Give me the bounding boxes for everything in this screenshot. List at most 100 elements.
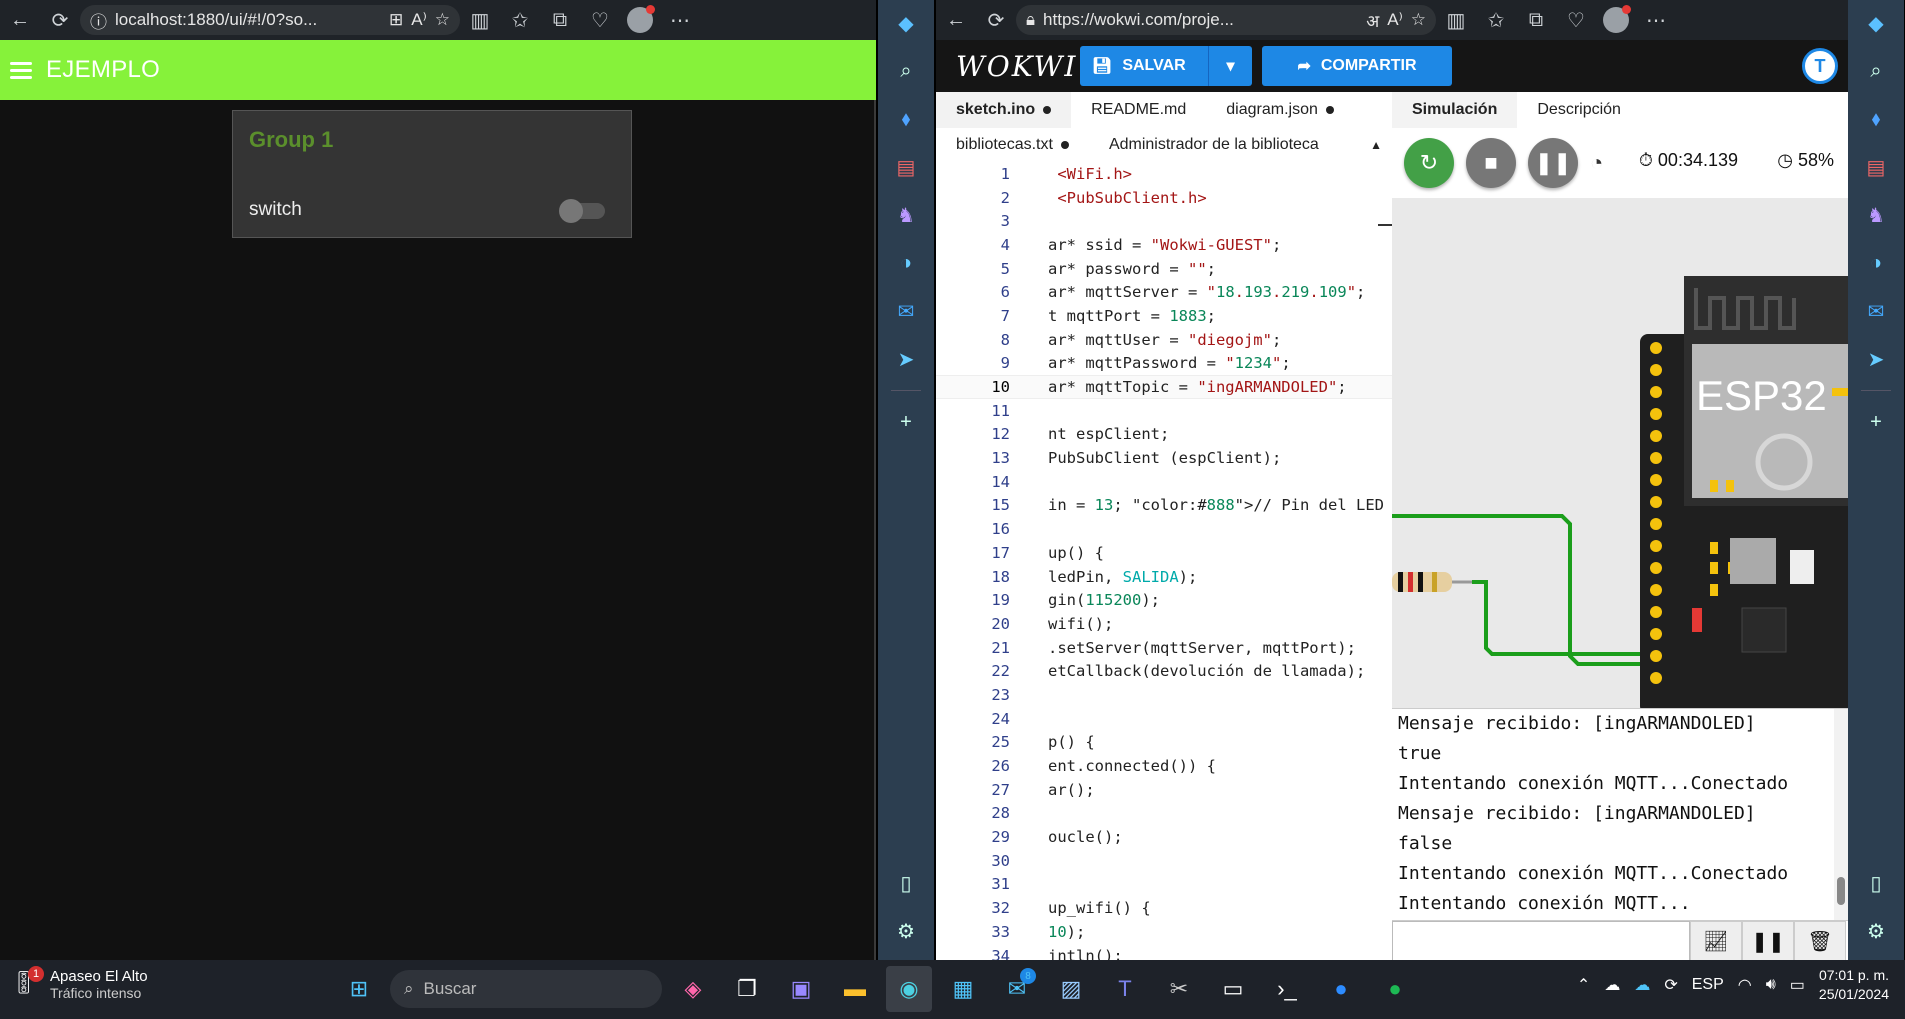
add-icon[interactable]: + <box>889 405 923 439</box>
games-icon[interactable]: ♞ <box>1859 198 1893 232</box>
more-menu-icon[interactable]: ⋯ <box>1636 0 1676 40</box>
read-aloud-icon[interactable]: A⁾ <box>411 10 427 30</box>
copilot-icon[interactable]: ◆ <box>889 6 923 40</box>
address-bar[interactable]: 🔒︎ https://wokwi.com/proje... अ A⁾ ☆ <box>1016 5 1436 35</box>
weather-widget[interactable]: 🚦︎ 1 Apaseo El Alto Tráfico intenso <box>10 965 148 1001</box>
chat-icon[interactable]: ▣ <box>778 966 824 1012</box>
cloud-error-icon[interactable]: ☁ <box>1604 975 1620 995</box>
simulation-canvas[interactable]: ESP32 <box>1392 198 1848 708</box>
sidebar-toggle-icon[interactable]: ▯ <box>889 866 923 900</box>
profile-avatar[interactable] <box>1596 0 1636 40</box>
save-button[interactable]: 💾︎ SALVAR ▾ <box>1080 46 1252 86</box>
settings-icon[interactable]: ⚙ <box>889 914 923 948</box>
clear-serial-icon[interactable]: 🗑︎ <box>1794 921 1846 961</box>
serial-input[interactable] <box>1392 921 1690 961</box>
outlook-icon[interactable]: ✉ <box>1859 294 1893 328</box>
tabs-overflow-icon[interactable]: ▲ <box>1370 138 1382 152</box>
edge-icon[interactable]: ◉ <box>886 966 932 1012</box>
pause-serial-icon[interactable]: ❚❚ <box>1742 921 1794 961</box>
taskbar-search[interactable]: ⌕ Buscar <box>390 970 662 1008</box>
address-bar[interactable]: ⓘ localhost:1880/ui/#!/0?so... ⊞ A⁾ ☆ <box>80 5 460 35</box>
tools-icon[interactable]: ▤ <box>889 150 923 184</box>
terminal-icon[interactable]: ▭ <box>1210 966 1256 1012</box>
translate-icon[interactable]: अ <box>1366 9 1379 32</box>
info-icon[interactable]: ⓘ <box>90 8 107 33</box>
share-button[interactable]: ➦ COMPARTIR <box>1262 46 1452 86</box>
file-explorer-icon[interactable]: ▬ <box>832 966 878 1012</box>
zoom-icon[interactable]: ● <box>1318 966 1364 1012</box>
refresh-icon[interactable]: ⟳ <box>976 0 1016 40</box>
split-screen-icon[interactable]: ▥ <box>460 0 500 40</box>
tab-readme-md[interactable]: README.md <box>1071 92 1206 128</box>
weather-badge: 1 <box>28 965 44 982</box>
sidebar-toggle-icon[interactable]: ▯ <box>1859 866 1893 900</box>
add-icon[interactable]: + <box>1859 405 1893 439</box>
spotify-icon[interactable]: ● <box>1372 966 1418 1012</box>
back-icon[interactable]: ← <box>936 0 976 40</box>
pause-icon[interactable]: ❚❚ <box>1528 138 1578 188</box>
store-icon[interactable]: ▦ <box>940 966 986 1012</box>
plotter-icon[interactable]: 📈︎ <box>1690 921 1742 961</box>
profile-avatar[interactable] <box>620 0 660 40</box>
tab-bibliotecas-txt[interactable]: bibliotecas.txt <box>936 127 1089 163</box>
health-icon[interactable]: ♡ <box>580 0 620 40</box>
send-icon[interactable]: ➤ <box>889 342 923 376</box>
copilot-icon[interactable]: ◆ <box>1859 6 1893 40</box>
read-aloud-icon[interactable]: A⁾ <box>1387 10 1403 30</box>
restart-icon[interactable]: ↻ <box>1404 138 1454 188</box>
console-icon[interactable]: ›_ <box>1264 966 1310 1012</box>
games-icon[interactable]: ♞ <box>889 198 923 232</box>
tray-overflow-icon[interactable]: ⌃ <box>1577 975 1590 995</box>
volume-icon[interactable]: 🔊︎ <box>1766 976 1776 994</box>
windows-start-icon[interactable]: ⊞ <box>336 966 382 1012</box>
favorite-star-icon[interactable]: ☆ <box>435 10 450 30</box>
shopping-tag-icon[interactable]: ⬧ <box>1859 102 1893 136</box>
task-view-icon[interactable]: ❐ <box>724 966 770 1012</box>
battery-icon[interactable]: ▭ <box>1790 975 1805 995</box>
collections-icon[interactable]: ⧉ <box>540 0 580 40</box>
settings-icon[interactable]: ⚙ <box>1859 914 1893 948</box>
teams-icon[interactable]: T <box>1102 966 1148 1012</box>
tab-sketch-ino[interactable]: sketch.ino <box>936 92 1072 128</box>
tab-description[interactable]: Descripción <box>1517 92 1641 128</box>
send-icon[interactable]: ➤ <box>1859 342 1893 376</box>
search-icon[interactable]: ⌕ <box>889 54 923 88</box>
stop-icon[interactable]: ■ <box>1466 138 1516 188</box>
favorites-icon[interactable]: ✩ <box>1476 0 1516 40</box>
user-avatar[interactable]: T <box>1802 48 1838 84</box>
code-line: 14 <box>936 470 1392 494</box>
switch-toggle[interactable] <box>559 199 605 223</box>
favorite-star-icon[interactable]: ☆ <box>1411 10 1426 30</box>
wokwi-logo[interactable]: WOKWI <box>956 50 1078 83</box>
split-screen-icon[interactable]: ▥ <box>1436 0 1476 40</box>
snipping-icon[interactable]: ✂ <box>1156 966 1202 1012</box>
outlook-icon[interactable]: ✉ <box>889 294 923 328</box>
serial-scrollbar[interactable] <box>1834 709 1848 920</box>
photos-icon[interactable]: ▨ <box>1048 966 1094 1012</box>
save-dropdown-icon[interactable]: ▾ <box>1208 46 1252 86</box>
tab-diagram-json[interactable]: diagram.json <box>1206 92 1354 128</box>
menu-icon[interactable] <box>10 61 32 79</box>
code-editor[interactable]: 1 <WiFi.h> 2 <PubSubClient.h> 3 4 ar* ssid =… <box>936 162 1392 960</box>
office-icon[interactable]: ◑ <box>1859 246 1893 280</box>
collections-icon[interactable]: ⧉ <box>1516 0 1556 40</box>
health-icon[interactable]: ♡ <box>1556 0 1596 40</box>
more-menu-icon[interactable]: ⋯ <box>660 0 700 40</box>
favorites-icon[interactable]: ✩ <box>500 0 540 40</box>
copilot-icon[interactable]: ◈ <box>670 966 716 1012</box>
language-indicator[interactable]: ESP <box>1692 976 1724 994</box>
office-icon[interactable]: ◑ <box>889 246 923 280</box>
back-icon[interactable]: ← <box>0 0 40 40</box>
tools-icon[interactable]: ▤ <box>1859 150 1893 184</box>
search-icon[interactable]: ⌕ <box>1859 54 1893 88</box>
onedrive-icon[interactable]: ☁ <box>1634 975 1650 995</box>
mail-icon[interactable]: ✉ 8 <box>994 966 1040 1012</box>
clock[interactable]: 07:01 p. m. 25/01/2024 <box>1819 966 1889 1004</box>
apps-icon[interactable]: ⊞ <box>389 10 403 30</box>
wifi-icon[interactable]: ◠ <box>1738 975 1752 995</box>
tab-simulation[interactable]: Simulación <box>1392 92 1518 128</box>
shopping-tag-icon[interactable]: ⬧ <box>889 102 923 136</box>
sync-icon[interactable]: ⟳ <box>1664 975 1677 995</box>
tab-administrador-de-la-biblioteca[interactable]: Administrador de la biblioteca <box>1089 127 1339 163</box>
refresh-icon[interactable]: ⟳ <box>40 0 80 40</box>
